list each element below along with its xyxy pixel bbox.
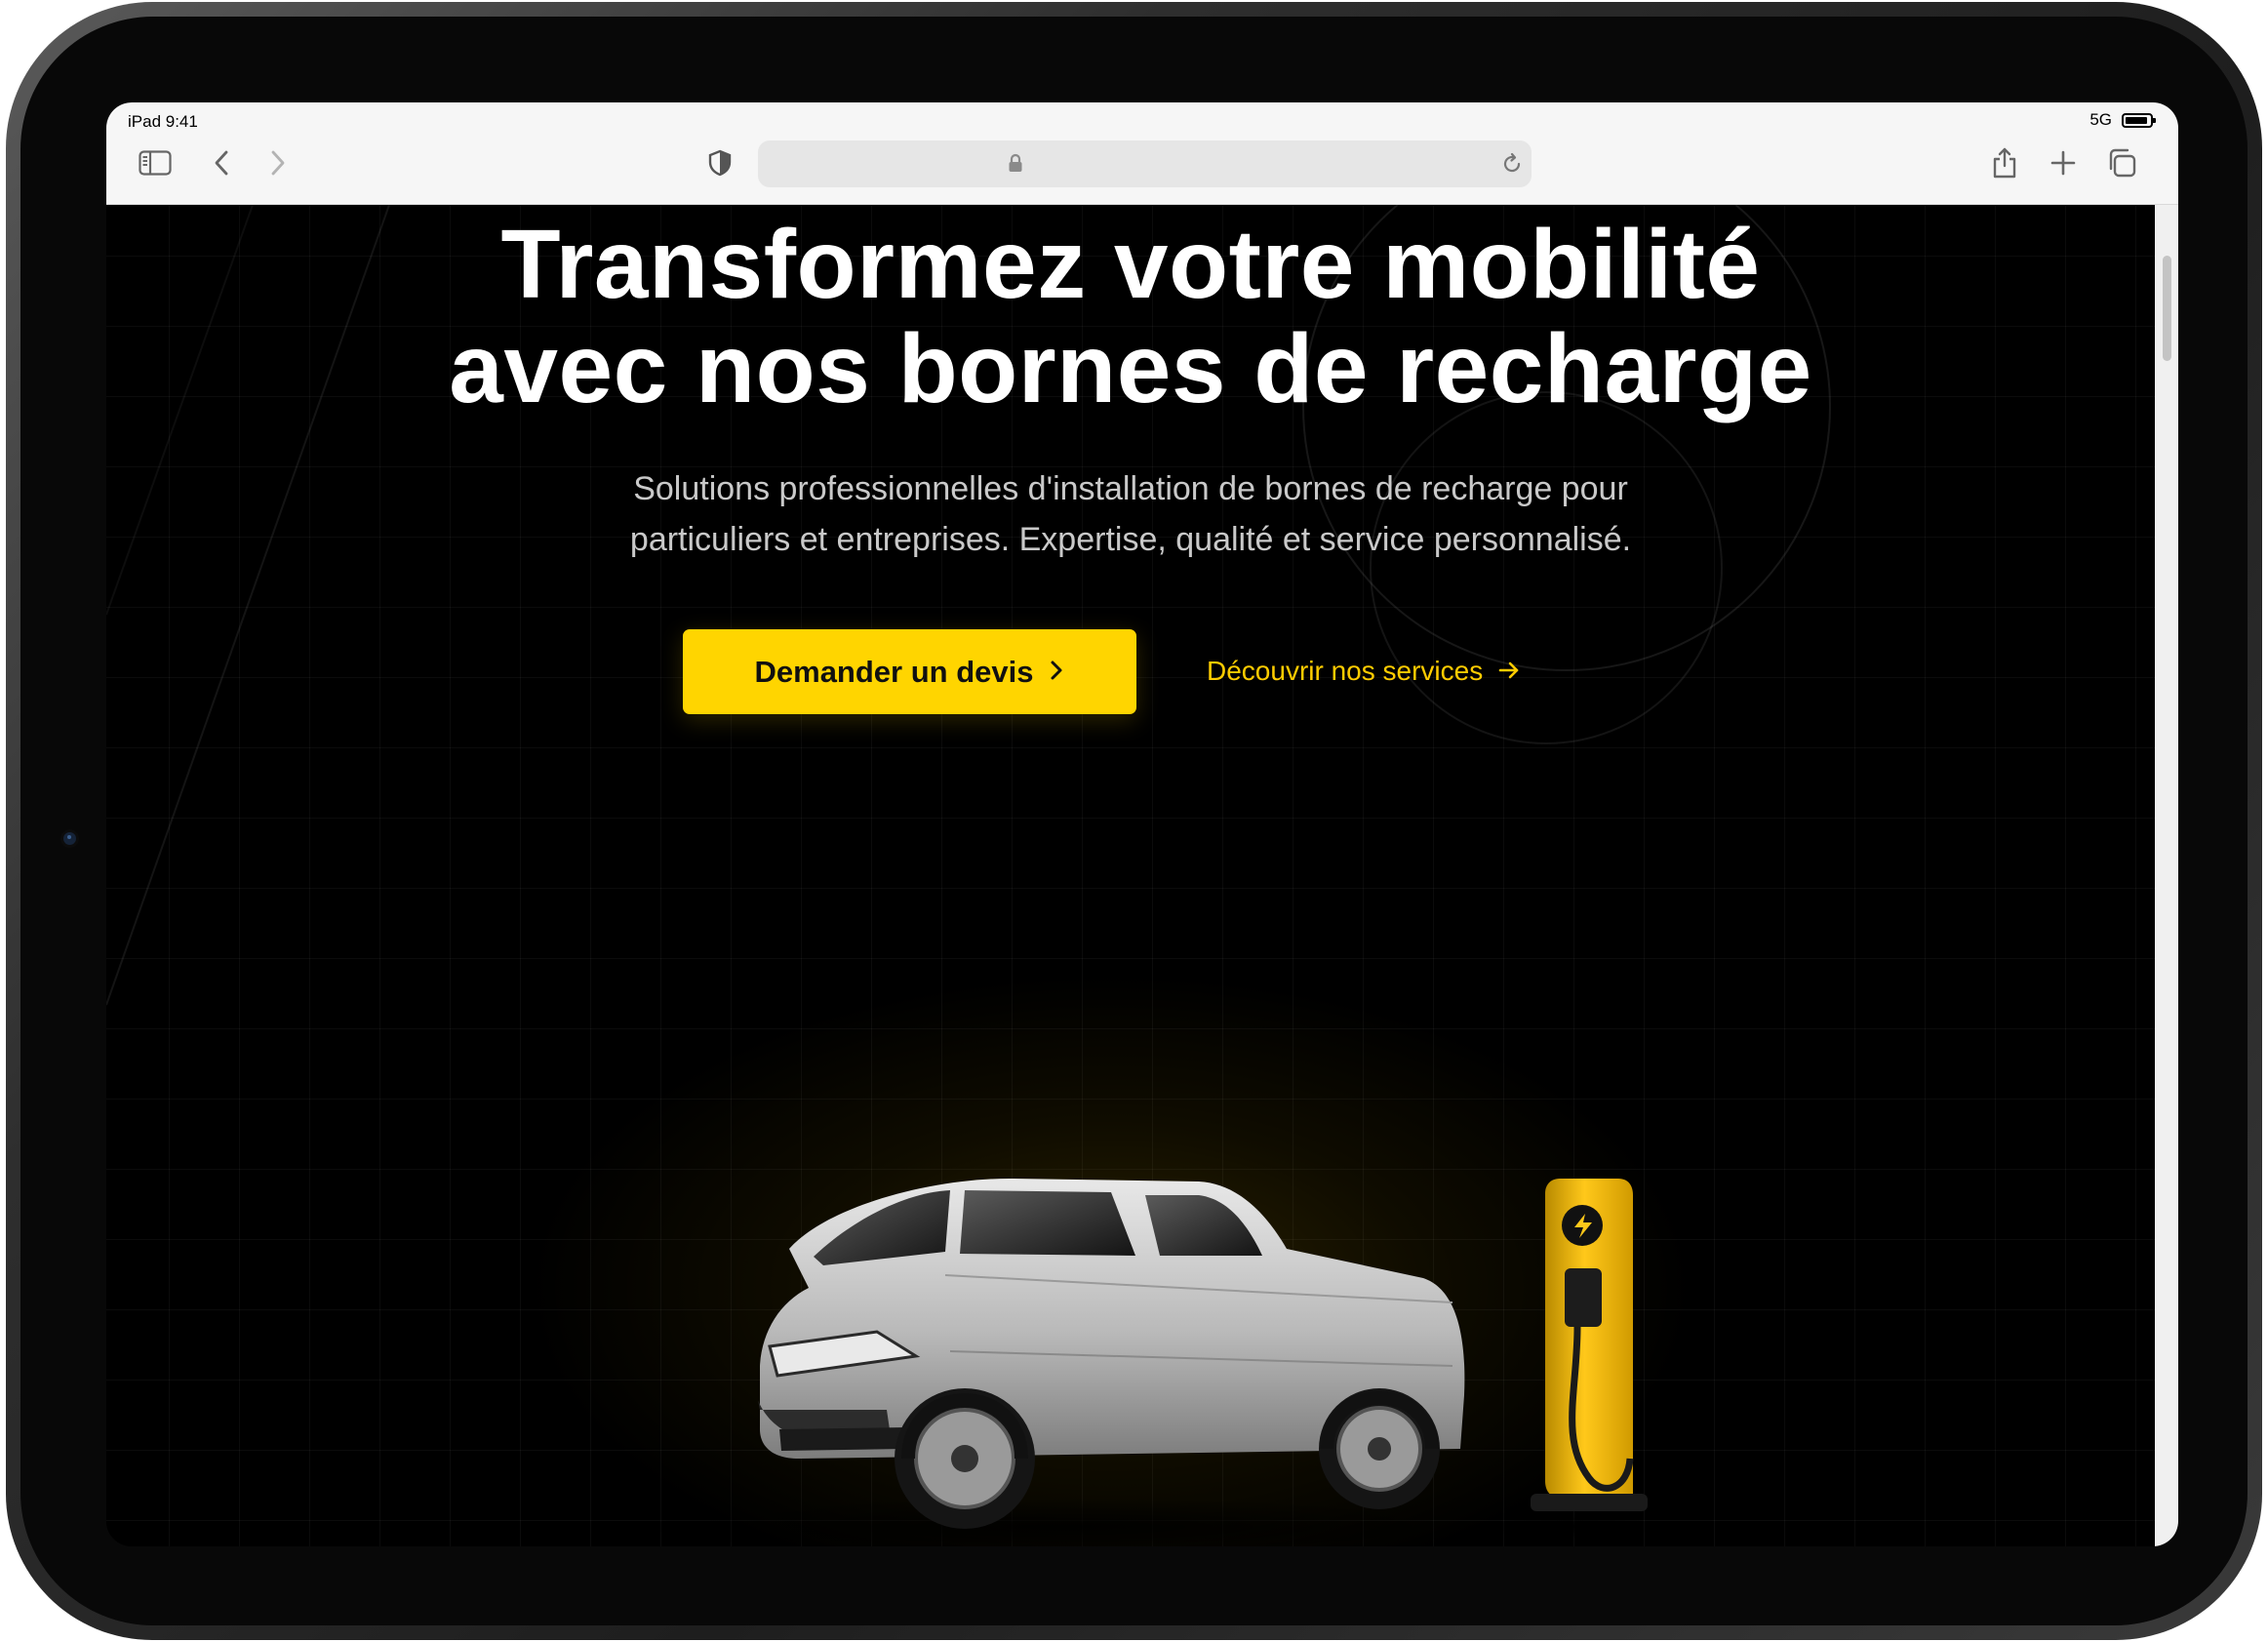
- battery-icon: [2122, 112, 2156, 128]
- scrollbar-thumb[interactable]: [2163, 256, 2171, 361]
- ipad-frame: iPad 9:41 5G Transformez votre mobilité …: [6, 2, 2262, 1640]
- shield-icon[interactable]: [702, 145, 737, 180]
- status-time: iPad 9:41: [128, 112, 198, 131]
- lock-icon: [1008, 153, 1023, 178]
- hero-subtitle-line2: particuliers et entreprises. Expertise, …: [629, 521, 1632, 558]
- hero-title-highlight: mobilité: [1380, 210, 1763, 319]
- electric-car-charging-illustration: [653, 1178, 1657, 1546]
- sidebar-icon[interactable]: [138, 145, 173, 180]
- chevron-left-icon[interactable]: [204, 145, 239, 180]
- discover-services-label: Découvrir nos services: [1207, 656, 1484, 686]
- address-bar[interactable]: [758, 140, 1532, 187]
- plus-icon[interactable]: [2046, 145, 2081, 180]
- hero-title: Transformez votre mobilité avec nos born…: [106, 213, 2155, 421]
- safari-toolbar: iPad 9:41 5G: [106, 102, 2178, 205]
- arrow-right-icon: [1498, 656, 1520, 687]
- chevron-right-icon: [1049, 655, 1064, 690]
- reload-icon[interactable]: [1500, 152, 1524, 180]
- status-indicators: 5G: [2089, 110, 2156, 130]
- scrollbar[interactable]: [2155, 205, 2178, 1546]
- share-icon[interactable]: [1987, 145, 2022, 180]
- chevron-right-icon[interactable]: [260, 145, 296, 180]
- request-quote-label: Demander un devis: [754, 654, 1034, 689]
- hero-title-line2: avec nos bornes de recharge: [449, 314, 1812, 423]
- discover-services-link[interactable]: Découvrir nos services: [1207, 650, 1520, 693]
- request-quote-button[interactable]: Demander un devis: [683, 629, 1136, 714]
- hero-section: Transformez votre mobilité avec nos born…: [106, 205, 2155, 1546]
- tabs-icon[interactable]: [2104, 145, 2139, 180]
- hero-subtitle: Solutions professionnelles d'installatio…: [106, 463, 2155, 565]
- cellular-signal: 5G: [2089, 110, 2112, 129]
- hero-subtitle-line1: Solutions professionnelles d'installatio…: [633, 470, 1628, 507]
- ipad-screen: iPad 9:41 5G Transformez votre mobilité …: [106, 102, 2178, 1546]
- front-camera: [63, 832, 76, 845]
- hero-title-text: Transformez votre: [500, 210, 1383, 319]
